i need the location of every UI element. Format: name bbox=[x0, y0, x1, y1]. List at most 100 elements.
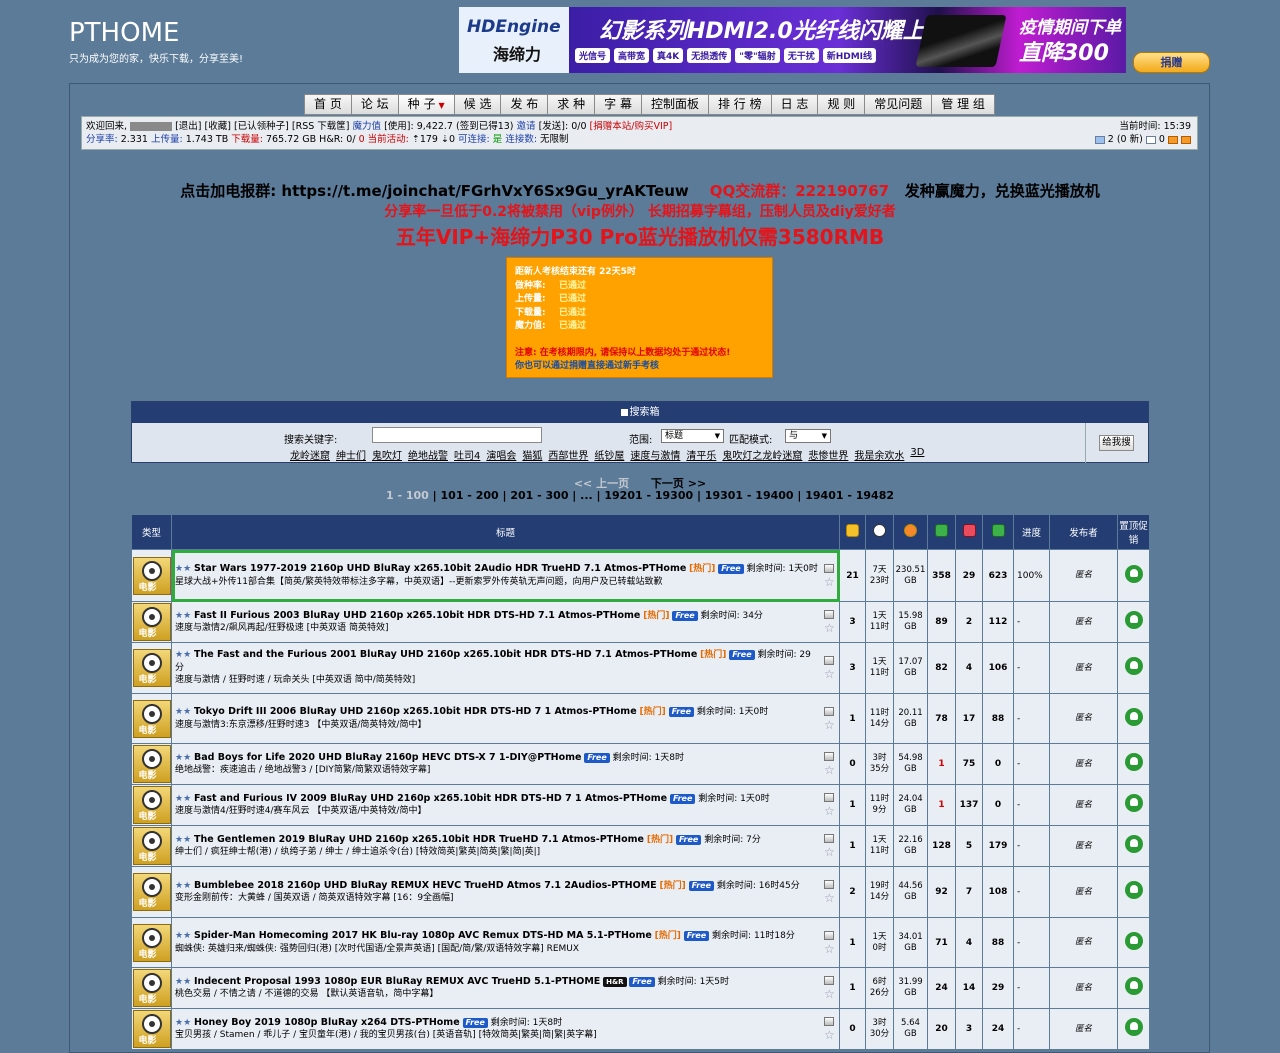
torrent-title-link[interactable]: Tokyo Drift III 2006 BluRay UHD 2160p x2… bbox=[194, 706, 637, 717]
download-icon[interactable] bbox=[824, 752, 834, 761]
hot-tag[interactable]: 猫狐 bbox=[522, 447, 542, 462]
snatched-count[interactable]: 88 bbox=[982, 917, 1014, 968]
torrent-row[interactable]: 电影 ★★ The Gentlemen 2019 BluRay UHD 2160p… bbox=[131, 825, 1150, 867]
snatched-count[interactable]: 0 bbox=[982, 743, 1014, 785]
leechers-count[interactable]: 75 bbox=[955, 743, 983, 785]
movie-category-icon[interactable]: 电影 bbox=[132, 745, 171, 783]
seeders-count[interactable]: 89 bbox=[927, 601, 956, 643]
sent-box-icon[interactable] bbox=[1145, 135, 1156, 144]
seeders-count[interactable]: 20 bbox=[927, 1008, 956, 1050]
download-icon[interactable] bbox=[824, 880, 834, 889]
col-size[interactable] bbox=[893, 514, 928, 550]
col-snatched[interactable] bbox=[982, 514, 1014, 550]
scope-select[interactable]: 标题 bbox=[661, 429, 724, 443]
nav-top-ten[interactable]: 排 行 榜 bbox=[707, 94, 771, 115]
comments-count[interactable]: 3 bbox=[839, 601, 866, 643]
col-age[interactable] bbox=[865, 514, 894, 550]
torrent-title-link[interactable]: Fast II Furious 2003 BluRay UHD 2160p x2… bbox=[194, 610, 640, 621]
search-box-header[interactable]: 搜索箱 bbox=[132, 402, 1148, 423]
hr-red-value[interactable]: 0 bbox=[359, 134, 365, 145]
promo-shield-icon[interactable] bbox=[1124, 753, 1143, 771]
ad-banner[interactable]: HDEngine 海缔力 幻影系列HDMI2.0光纤线闪耀上市 光信号 高带宽 … bbox=[459, 7, 1126, 73]
rss-icon[interactable] bbox=[1181, 135, 1191, 144]
download-icon[interactable] bbox=[824, 834, 834, 843]
invite-link[interactable]: 邀请 bbox=[517, 121, 536, 132]
torrent-row[interactable]: 电影 ★★ Fast and Furious IV 2009 BluRay UHD… bbox=[131, 784, 1150, 826]
col-leechers[interactable] bbox=[955, 514, 983, 550]
snatched-count[interactable]: 179 bbox=[982, 825, 1014, 867]
bookmark-star-icon[interactable]: ☆ bbox=[824, 988, 836, 1000]
torrent-row[interactable]: 电影 ★★ The Fast and the Furious 2001 BluRa… bbox=[131, 642, 1150, 694]
promo-shield-icon[interactable] bbox=[1124, 564, 1143, 583]
movie-category-icon[interactable]: 电影 bbox=[132, 649, 171, 687]
torrent-title-link[interactable]: Bad Boys for Life 2020 UHD BluRay 2160p … bbox=[194, 752, 582, 763]
col-uploader[interactable]: 发布者 bbox=[1049, 514, 1118, 550]
promo-shield-icon[interactable] bbox=[1124, 657, 1143, 675]
torrent-row[interactable]: 电影 ★★ Spider-Man Homecoming 2017 HK Blu-r… bbox=[131, 917, 1150, 968]
inbox-count[interactable]: 2 (0 新) bbox=[1108, 134, 1143, 145]
promo-shield-icon[interactable] bbox=[1124, 931, 1143, 950]
nav-candidates[interactable]: 候 选 bbox=[453, 94, 501, 115]
seeders-count[interactable]: 92 bbox=[927, 866, 956, 918]
torrent-title-link[interactable]: Fast and Furious IV 2009 BluRay UHD 2160… bbox=[194, 793, 667, 804]
leechers-count[interactable]: 137 bbox=[955, 784, 983, 826]
nav-home[interactable]: 首 页 bbox=[304, 94, 351, 115]
hot-tag[interactable]: 我是余欢水 bbox=[854, 447, 904, 462]
donate-button[interactable]: 捐赠 bbox=[1133, 52, 1210, 73]
bookmark-star-icon[interactable]: ☆ bbox=[824, 805, 836, 817]
movie-category-icon[interactable]: 电影 bbox=[132, 873, 171, 911]
nav-upload[interactable]: 发 布 bbox=[500, 94, 548, 115]
movie-category-icon[interactable]: 电影 bbox=[132, 556, 171, 595]
page-links[interactable]: | 101 - 200 | 201 - 300 | ... | 19201 - … bbox=[429, 489, 894, 502]
torrent-title-link[interactable]: The Gentlemen 2019 BluRay UHD 2160p x265… bbox=[194, 834, 644, 845]
magic-link[interactable]: 魔力值 bbox=[353, 121, 382, 132]
seeders-count[interactable]: 24 bbox=[927, 967, 956, 1009]
movie-category-icon[interactable]: 电影 bbox=[132, 603, 171, 641]
leechers-count[interactable]: 2 bbox=[955, 601, 983, 643]
sent-count[interactable]: 0 bbox=[1159, 134, 1165, 145]
download-icon[interactable] bbox=[824, 793, 834, 802]
comments-count[interactable]: 3 bbox=[839, 642, 866, 694]
nav-log[interactable]: 日 志 bbox=[770, 94, 818, 115]
col-seeders[interactable] bbox=[927, 514, 956, 550]
hot-tag[interactable]: 鬼吹灯 bbox=[372, 447, 402, 462]
download-icon[interactable] bbox=[824, 610, 834, 619]
torrent-row[interactable]: 电影 ★★ Bumblebee 2018 2160p UHD BluRay REM… bbox=[131, 866, 1150, 918]
snatched-count[interactable]: 108 bbox=[982, 866, 1014, 918]
hot-tag[interactable]: 鬼吹灯之龙岭迷窟 bbox=[722, 447, 802, 462]
download-icon[interactable] bbox=[824, 563, 834, 573]
torrent-row[interactable]: 电影 ★★ Fast II Furious 2003 BluRay UHD 216… bbox=[131, 601, 1150, 643]
hot-tag[interactable]: 纸钞屋 bbox=[594, 447, 624, 462]
promo-shield-icon[interactable] bbox=[1124, 1018, 1143, 1036]
torrent-row[interactable]: 电影 ★★ Honey Boy 2019 1080p BluRay x264 DT… bbox=[131, 1008, 1150, 1050]
nav-faq[interactable]: 常见问题 bbox=[864, 94, 932, 115]
hot-tag[interactable]: 清平乐 bbox=[686, 447, 716, 462]
match-mode-select[interactable]: 与 bbox=[785, 429, 831, 443]
snatched-count[interactable]: 24 bbox=[982, 1008, 1014, 1050]
movie-category-icon[interactable]: 电影 bbox=[132, 1010, 171, 1048]
hr-value[interactable]: 0/ bbox=[346, 134, 355, 145]
telegram-link[interactable]: 点击加电报群: https://t.me/joinchat/FGrhVxY6Sx… bbox=[180, 182, 689, 200]
torrent-title-link[interactable]: Bumblebee 2018 2160p UHD BluRay REMUX HE… bbox=[194, 880, 657, 891]
hot-tag[interactable]: 绝地战警 bbox=[408, 447, 448, 462]
movie-category-icon[interactable]: 电影 bbox=[132, 923, 171, 962]
comments-count[interactable]: 1 bbox=[839, 784, 866, 826]
exam-tip[interactable]: 你也可以通过捐赠直接通过新手考核 bbox=[515, 360, 764, 374]
promo-shield-icon[interactable] bbox=[1124, 611, 1143, 629]
torrent-title-link[interactable]: The Fast and the Furious 2001 BluRay UHD… bbox=[194, 649, 697, 660]
hot-tag[interactable]: 演唱会 bbox=[486, 447, 516, 462]
download-icon[interactable] bbox=[824, 976, 834, 985]
promo-shield-icon[interactable] bbox=[1124, 794, 1143, 812]
snatched-count[interactable]: 112 bbox=[982, 601, 1014, 643]
search-input[interactable] bbox=[372, 427, 542, 443]
bookmark-star-icon[interactable]: ☆ bbox=[824, 1029, 836, 1041]
leechers-count[interactable]: 29 bbox=[955, 549, 983, 602]
snatched-count[interactable]: 0 bbox=[982, 784, 1014, 826]
seeders-count[interactable]: 1 bbox=[927, 784, 956, 826]
inbox-icon[interactable] bbox=[1094, 135, 1105, 144]
torrent-row[interactable]: 电影 ★★ Tokyo Drift III 2006 BluRay UHD 216… bbox=[131, 693, 1150, 744]
torrent-title-link[interactable]: Honey Boy 2019 1080p BluRay x264 DTS-PTH… bbox=[194, 1017, 460, 1028]
hot-tag[interactable]: 速度与激情 bbox=[630, 447, 680, 462]
leechers-count[interactable]: 5 bbox=[955, 825, 983, 867]
snatched-count[interactable]: 29 bbox=[982, 967, 1014, 1009]
